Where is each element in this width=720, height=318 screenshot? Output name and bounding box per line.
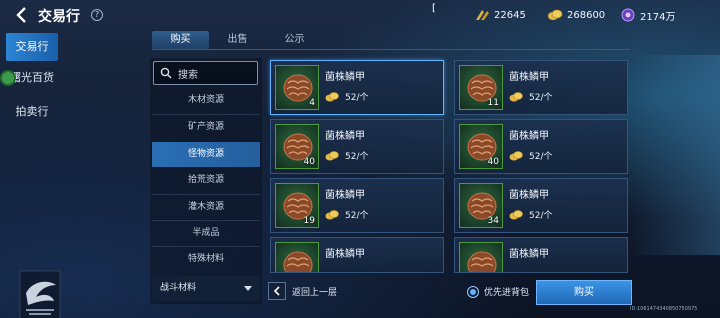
item-card[interactable]: 19 菌株鳞甲 52/个 [270,178,444,233]
tab-buy[interactable]: 购买 [152,31,209,49]
item-price: 52/个 [325,208,369,221]
gold-coin-icon [509,150,523,160]
item-price-value: 52/个 [529,152,553,162]
currency-crystal: 2174万 [620,7,675,23]
item-card[interactable]: 菌株鳞甲 [454,237,628,273]
item-price: 52/个 [325,90,369,103]
back-label: 返回上一层 [292,287,338,298]
item-name: 菌株鳞甲 [325,72,365,83]
gold-coin-icon [325,209,339,219]
category-item-semi-finished[interactable]: 半成品 [152,221,260,246]
item-name: 菌株鳞甲 [325,249,365,260]
item-name: 菌株鳞甲 [509,72,549,83]
item-quantity: 19 [303,216,315,226]
tab-bar: 购买 出售 公示 [152,31,323,51]
category-group-combat[interactable]: 战斗材料 [152,276,260,301]
item-price-value: 52/个 [345,211,369,221]
chevron-left-icon [268,282,286,300]
gold-coin-icon [509,209,523,219]
scale-armor-icon [283,251,313,272]
currency-value: 2174万 [640,11,676,23]
gold-coin-currency-icon [548,9,563,20]
tab-underline [152,49,630,50]
scale-armor-icon [467,251,497,272]
item-price: 52/个 [509,149,553,162]
category-panel: 搜索 木材资源 矿产资源 怪物资源 拾荒资源 灌木资源 半成品 特殊材料 战斗材… [150,58,262,304]
back-to-parent-button[interactable]: 返回上一层 [268,282,337,300]
category-item-special[interactable]: 特殊材料 [152,247,260,272]
gold-coin-icon [509,91,523,101]
item-name: 菌株鳞甲 [509,190,549,201]
item-price-value: 52/个 [529,93,553,103]
tab-sell[interactable]: 出售 [209,31,266,49]
item-quantity: 4 [309,98,315,108]
cursor-mark: [ [432,3,436,14]
search-icon [160,67,172,79]
category-item-shrub[interactable]: 灌木资源 [152,195,260,220]
page-title: 交易行 [38,9,80,25]
item-price-value: 52/个 [529,211,553,221]
item-quantity: 40 [487,157,499,167]
item-quantity: 40 [303,157,315,167]
rog-logo-icon [19,270,61,318]
sidebar-item-auction[interactable]: 拍卖行 [6,98,58,126]
buy-button[interactable]: 购买 [536,280,632,305]
item-name: 菌株鳞甲 [325,131,365,142]
item-quantity: 34 [487,216,499,226]
sidebar-item-dawn-store[interactable]: 曙光百货 [0,64,58,92]
gold-coin-icon [325,150,339,160]
item-card[interactable]: 40 菌株鳞甲 52/个 [270,119,444,174]
tab-public[interactable]: 公示 [266,31,323,49]
item-quantity: 11 [487,98,499,108]
gold-coin-icon [325,91,339,101]
caret-down-icon [244,286,252,291]
item-card[interactable]: 菌株鳞甲 [270,237,444,273]
currency-gold: 268600 [547,7,605,23]
radio-checked-icon[interactable] [467,285,479,298]
item-icon-frame: 4 [275,65,319,110]
item-icon-frame: 19 [275,183,319,228]
currency-wheat: 22645 [474,7,526,23]
category-item-monster[interactable]: 怪物资源 [152,142,260,167]
item-price-value: 52/个 [345,93,369,103]
crystal-currency-icon [621,8,635,22]
currency-value: 22645 [494,9,526,21]
top-bar: 交易行 ? [ 22645 268600 2174万 [0,0,720,30]
item-price: 52/个 [509,208,553,221]
currency-value: 268600 [567,9,606,21]
item-card[interactable]: 40 菌株鳞甲 52/个 [454,119,628,174]
left-sidebar: 交易行 曙光百货 拍卖行 [0,30,68,318]
sidebar-item-label: 曙光百货 [10,71,54,84]
search-placeholder: 搜索 [178,69,198,81]
item-icon-frame: 40 [459,124,503,169]
item-card[interactable]: 4 菌株鳞甲 52/个 [270,60,444,115]
search-input[interactable]: 搜索 [153,61,258,85]
item-icon-frame: 40 [275,124,319,169]
item-name: 菌株鳞甲 [325,190,365,201]
category-item-scavenge[interactable]: 拾荒资源 [152,168,260,193]
back-arrow-icon[interactable] [12,5,32,25]
item-name: 菌株鳞甲 [509,249,549,260]
notification-dot-icon [0,70,16,86]
category-item-wood[interactable]: 木材资源 [152,88,260,113]
item-price-value: 52/个 [345,152,369,162]
user-id: ID:1061474340850750975 [630,306,698,312]
radio-label: 优先进背包 [484,288,530,298]
prefer-backpack-option[interactable]: 优先进背包 [467,285,529,298]
category-group-label: 战斗材料 [160,283,197,293]
item-icon-frame: 11 [459,65,503,110]
item-icon-frame: 34 [459,183,503,228]
sidebar-item-trade[interactable]: 交易行 [6,33,58,61]
item-card[interactable]: 11 菌株鳞甲 52/个 [454,60,628,115]
category-item-mineral[interactable]: 矿产资源 [152,115,260,140]
item-icon-frame [275,242,319,272]
item-card[interactable]: 34 菌株鳞甲 52/个 [454,178,628,233]
wheat-currency-icon [476,10,489,20]
help-icon[interactable]: ? [91,9,103,21]
item-icon-frame [459,242,503,272]
item-price: 52/个 [509,90,553,103]
item-name: 菌株鳞甲 [509,131,549,142]
item-price: 52/个 [325,149,369,162]
